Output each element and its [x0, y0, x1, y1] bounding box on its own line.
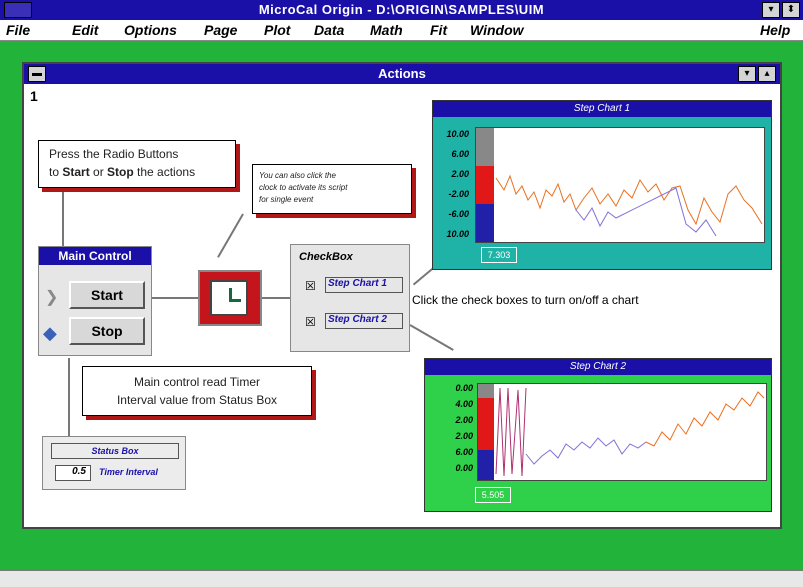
clock-note-line2: clock to activate its script — [259, 183, 348, 192]
main-control-panel: Main Control ❯ Start ◆ Stop — [38, 246, 152, 356]
timer-interval-input[interactable]: 0.5 — [55, 465, 91, 481]
chart1-line-purple — [575, 187, 717, 237]
radio-note-suffix: the actions — [133, 165, 196, 179]
chart1-bar-blue — [476, 204, 494, 242]
checkbox-panel: CheckBox ☒ Step Chart 1 ☒ Step Chart 2 — [290, 244, 410, 352]
connector-line — [62, 184, 64, 254]
chart2-bar-blue — [478, 450, 494, 480]
chart1-bar-red — [476, 166, 494, 204]
chart1-tick: 10.00 — [446, 229, 469, 239]
clock-timer-icon[interactable] — [198, 270, 262, 326]
step-chart-1-label[interactable]: Step Chart 1 — [325, 277, 403, 293]
app-title: MicroCal Origin - D:\ORIGIN\SAMPLES\UIM — [258, 2, 545, 17]
page-number: 1 — [30, 88, 38, 104]
step-chart-1-checkbox[interactable]: ☒ — [305, 279, 316, 293]
radio-buttons-note: Press the Radio Buttons to Start or Stop… — [38, 140, 236, 188]
radio-note-line1: Press the Radio Buttons — [49, 147, 179, 161]
step-chart-1-window: Step Chart 1 10.00 6.00 2.00 -2.00 -6.00… — [432, 100, 772, 270]
actions-title-bar: ▬ Actions ▾ ▴ — [24, 64, 780, 84]
menu-file[interactable]: File — [6, 22, 30, 38]
chart1-tick: 2.00 — [451, 169, 469, 179]
chart2-line-orange — [645, 391, 765, 447]
connector-line — [68, 358, 70, 444]
chart2-line-spikes — [495, 387, 527, 477]
start-radio-icon[interactable]: ❯ — [45, 287, 58, 307]
timer-interval-label: Timer Interval — [99, 467, 158, 477]
connector-line — [409, 324, 454, 351]
window-minimize-button[interactable]: ▾ — [738, 66, 756, 82]
status-box-panel: Status Box 0.5 Timer Interval — [42, 436, 186, 490]
step-chart-2-svg — [478, 384, 765, 480]
step-chart-2-label[interactable]: Step Chart 2 — [325, 313, 403, 329]
step-chart-2-window: Step Chart 2 0.00 4.00 2.00 2.00 6.00 0.… — [424, 358, 772, 512]
step-chart-2-checkbox[interactable]: ☒ — [305, 315, 316, 329]
step-chart-1-plot — [475, 127, 765, 243]
step-chart-1-svg — [476, 128, 763, 242]
chart1-tick: 6.00 — [451, 149, 469, 159]
restore-button[interactable]: ⬍ — [782, 2, 800, 18]
stop-button[interactable]: Stop — [69, 317, 145, 345]
chart2-tick: 2.00 — [455, 431, 473, 441]
start-button[interactable]: Start — [69, 281, 145, 309]
chart1-line-orange — [495, 174, 763, 226]
chart2-tick: 2.00 — [455, 415, 473, 425]
status-bar — [0, 570, 803, 587]
minimize-button[interactable]: ▾ — [762, 2, 780, 18]
chart2-bar-gray — [478, 384, 494, 398]
chart2-tick: 6.00 — [455, 447, 473, 457]
chart1-tick: -2.00 — [448, 189, 469, 199]
timer-note-line2: Interval value from Status Box — [116, 393, 278, 407]
timer-note: Main control read Timer Interval value f… — [82, 366, 312, 416]
connector-line — [152, 297, 198, 299]
menu-math[interactable]: Math — [370, 22, 403, 38]
menu-window[interactable]: Window — [470, 22, 524, 38]
menu-help[interactable]: Help — [760, 22, 790, 38]
chart2-bar-red — [478, 398, 494, 450]
step-chart-1-title: Step Chart 1 — [433, 101, 771, 117]
checkbox-title: CheckBox — [299, 251, 353, 263]
radio-note-or: or — [89, 165, 108, 179]
step-chart-2-plot — [477, 383, 767, 481]
main-control-title: Main Control — [39, 247, 151, 265]
menu-edit[interactable]: Edit — [72, 22, 98, 38]
chart2-tick: 0.00 — [455, 383, 473, 393]
chart1-bar-gray — [476, 128, 494, 166]
chart2-line-purple — [525, 437, 647, 465]
connector-line — [262, 297, 290, 299]
connector-line — [217, 213, 244, 258]
timer-note-line1: Main control read Timer — [133, 375, 261, 389]
status-box-title[interactable]: Status Box — [51, 443, 179, 459]
chart1-tick: -6.00 — [448, 209, 469, 219]
menu-fit[interactable]: Fit — [430, 22, 447, 38]
chart2-tick: 4.00 — [455, 399, 473, 409]
chart2-tick: 0.00 — [455, 463, 473, 473]
chart1-tick: 10.00 — [446, 129, 469, 139]
clock-note-line3: for single event — [259, 195, 314, 204]
radio-note-line2: to Start or Stop the actions — [49, 165, 195, 179]
chart2-readout: 5.505 — [475, 487, 511, 503]
checkbox-hint: Click the check boxes to turn on/off a c… — [412, 293, 639, 307]
menu-data[interactable]: Data — [314, 22, 344, 38]
radio-note-start: Start — [62, 165, 90, 179]
app-title-bar: MicroCal Origin - D:\ORIGIN\SAMPLES\UIM … — [0, 0, 803, 20]
step-chart-2-title: Step Chart 2 — [425, 359, 771, 375]
menu-plot[interactable]: Plot — [264, 22, 290, 38]
radio-note-prefix: to — [49, 165, 63, 179]
stop-radio-icon[interactable]: ◆ — [43, 323, 57, 344]
menu-options[interactable]: Options — [124, 22, 177, 38]
clock-note-line1: You can also click the — [259, 171, 336, 180]
radio-note-stop: Stop — [107, 165, 134, 179]
menu-page[interactable]: Page — [204, 22, 237, 38]
actions-window: ▬ Actions ▾ ▴ 1 Press the Radio Buttons … — [22, 62, 782, 529]
clock-note: You can also click the clock to activate… — [252, 164, 412, 214]
window-maximize-button[interactable]: ▴ — [758, 66, 776, 82]
menu-bar: File Edit Options Page Plot Data Math Fi… — [0, 20, 803, 41]
chart1-readout: 7.303 — [481, 247, 517, 263]
actions-title: Actions — [378, 66, 426, 81]
